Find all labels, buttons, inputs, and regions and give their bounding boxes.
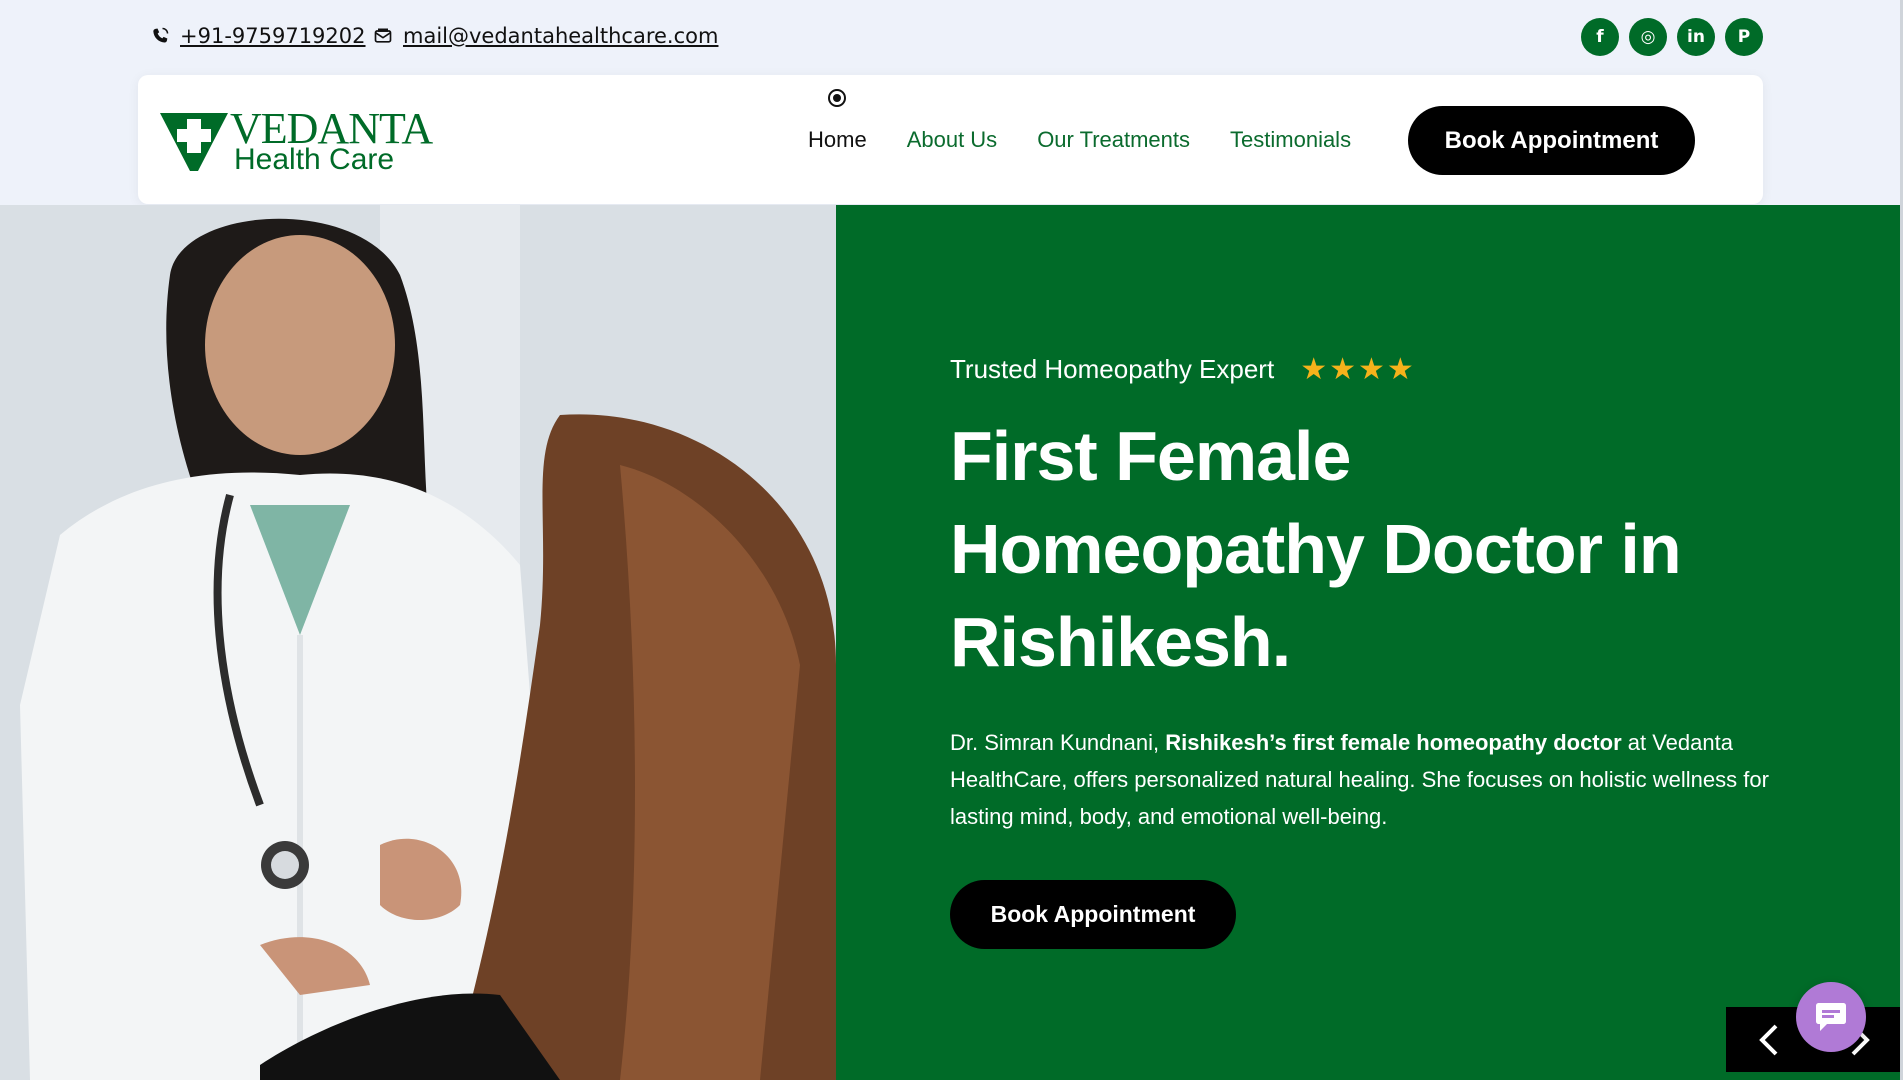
phone-link[interactable]: +91-9759719202	[180, 24, 366, 48]
email-contact[interactable]: mail@vedantahealthcare.com	[373, 24, 718, 48]
lead-prefix: Dr. Simran Kundnani,	[950, 730, 1166, 755]
phone-contact[interactable]: +91-9759719202	[150, 24, 366, 48]
lead-bold: Rishikesh’s first female homeopathy doct…	[1165, 730, 1622, 755]
hero-book-appointment-button[interactable]: Book Appointment	[950, 880, 1236, 949]
active-indicator-icon	[828, 88, 847, 107]
social-links: f ◎ in P	[1581, 18, 1763, 56]
email-link[interactable]: mail@vedantahealthcare.com	[403, 24, 718, 48]
brand-logo[interactable]: VEDANTA Health Care	[160, 107, 433, 175]
phone-icon	[153, 27, 169, 43]
chat-widget-button[interactable]	[1796, 982, 1866, 1052]
headline-line-3: Rishikesh.	[950, 603, 1291, 681]
hero-description: Dr. Simran Kundnani, Rishikesh’s first f…	[950, 724, 1800, 835]
hero-headline: First Female Homeopathy Doctor in Rishik…	[950, 410, 1810, 689]
doctor-patient-illustration	[0, 205, 836, 1080]
main-nav: Home About Us Our Treatments Testimonial…	[808, 75, 1391, 204]
chevron-left-icon[interactable]	[1756, 1022, 1784, 1058]
linkedin-icon[interactable]: in	[1677, 18, 1715, 56]
headline-line-1: First Female	[950, 417, 1351, 495]
nav-testimonials[interactable]: Testimonials	[1230, 127, 1351, 153]
chat-bubble-icon	[1816, 1003, 1846, 1031]
instagram-icon[interactable]: ◎	[1629, 18, 1667, 56]
header-book-appointment-button[interactable]: Book Appointment	[1408, 106, 1695, 175]
rating-stars-icon: ★★★★	[1300, 353, 1416, 386]
top-contact-bar: +91-9759719202 mail@vedantahealthcare.co…	[0, 0, 1903, 75]
pinterest-icon[interactable]: P	[1725, 18, 1763, 56]
facebook-icon[interactable]: f	[1581, 18, 1619, 56]
headline-line-2: Homeopathy Doctor in	[950, 510, 1682, 588]
eyebrow-text: Trusted Homeopathy Expert	[950, 354, 1275, 384]
hero-eyebrow: Trusted Homeopathy Expert ★★★★	[950, 352, 1416, 387]
hero-photo	[0, 205, 836, 1080]
nav-our-treatments[interactable]: Our Treatments	[1037, 127, 1190, 153]
nav-home-label: Home	[808, 126, 867, 152]
site-header: VEDANTA Health Care Home About Us Our Tr…	[138, 75, 1763, 204]
nav-home[interactable]: Home	[808, 88, 867, 153]
nav-about-us[interactable]: About Us	[907, 127, 998, 153]
logo-mark-icon	[160, 113, 228, 171]
mail-icon	[374, 28, 392, 43]
